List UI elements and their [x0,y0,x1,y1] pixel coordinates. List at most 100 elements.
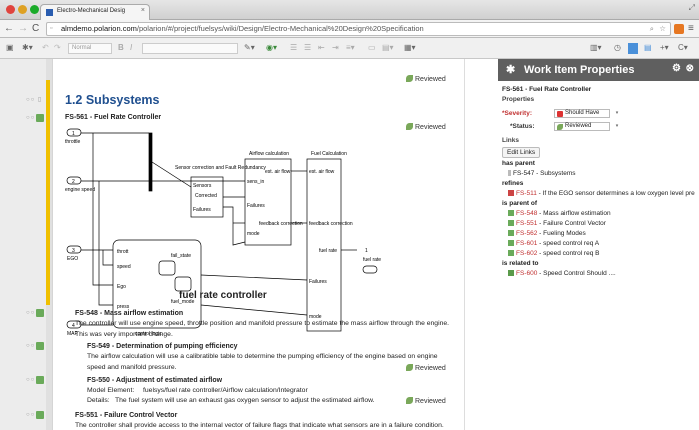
settings-gear-icon[interactable]: ✱▾ [22,42,33,54]
bold-button[interactable]: B [118,42,124,54]
child-link[interactable]: FS-601 - speed control req A [508,240,599,247]
extension-icon[interactable] [674,24,684,34]
sensor-port: Failures [193,207,211,213]
outport-1: 1 [365,248,368,254]
refines-link[interactable]: FS-511 - If the EGO sensor determines a … [508,190,695,197]
workitem-title-fs548[interactable]: FS-548 - Mass airflow estimation [75,310,183,317]
workitem-type-icon [508,210,514,216]
comment-icon[interactable]: ▭ [368,42,376,54]
fs550-model-value: fuelsys/fuel rate controller/Airflow cal… [143,387,308,394]
numbered-list-icon[interactable]: ☰ [290,42,297,54]
airflow-title: Airflow calculation [249,151,289,157]
severity-select[interactable]: Should Have [554,109,623,118]
menu-icon[interactable]: ≡ [688,23,694,35]
sensor-block-title: Sensor correction and Fault Redundancy [175,165,266,171]
italic-button[interactable]: I [130,42,132,54]
view-mode-icon[interactable]: ▥▾ [590,42,602,54]
workitem-type-icon [36,114,44,122]
child-link-text: - speed control req B [537,250,600,257]
child-link[interactable]: FS-602 - speed control req B [508,250,599,257]
sensor-port: Sensors [193,183,212,189]
reload-icon[interactable]: C [32,23,39,35]
panel-settings-icon[interactable]: ⚙ [672,63,681,74]
save-icon[interactable]: ▣ [6,42,14,54]
child-link[interactable]: FS-562 - Fueling Modes [508,230,586,237]
close-window-icon[interactable] [6,5,15,14]
status-select[interactable]: Reviewed [554,122,623,131]
history-icon[interactable]: ◷ [614,42,621,54]
workitem-type-icon [36,342,44,350]
workitem-handle-icon[interactable]: ○○ [26,343,35,349]
inport-3: 3 [72,248,75,254]
severity-value: Should Have [565,110,600,116]
add-panel-icon[interactable]: +▾ [660,42,669,54]
diagram-labels: 1 throttle 2 engine speed 3 EGO 4 MAP Se… [65,131,381,337]
undo-icon[interactable]: ↶ [42,42,49,54]
airflow-port: est. air flow [265,169,291,175]
panel-item-title: FS-561 - Fuel Rate Controller [502,86,592,93]
panel-header: ✱ Work Item Properties ⚙ ⊗ [498,59,699,81]
back-icon[interactable]: ← [4,23,14,35]
zoom-window-icon[interactable] [30,5,39,14]
browser-tab[interactable]: Electro-Mechanical Desig × [40,4,150,20]
child-link-text: - speed control req A [537,240,600,247]
workitem-type-icon [508,240,514,246]
indent-icon[interactable]: ⇥ [332,42,339,54]
reviewed-status: Reviewed [406,397,446,405]
child-link-id: FS-601 [516,240,538,247]
workitem-handle-icon[interactable]: ○○ [26,310,35,316]
outdent-icon[interactable]: ⇤ [318,42,325,54]
outline-panel-icon[interactable]: ▤ [644,42,652,54]
table-icon[interactable]: ▦▾ [404,42,416,54]
workitem-type-icon [36,309,44,317]
heading-icon [508,170,511,176]
related-link[interactable]: FS-600 - Speed Control Should .... [508,270,616,277]
reviewed-status: Reviewed [406,364,446,372]
workitem-handle-icon[interactable]: ○○ [26,115,35,121]
highlight-color-icon[interactable]: ✎▾ [244,42,255,54]
workitem-handle-icon[interactable]: ○○ [26,412,35,418]
workitem-type-icon [508,220,514,226]
airflow-port: mode [247,231,260,237]
edit-links-button[interactable]: Edit Links [502,147,541,158]
inport-1: 1 [72,131,75,137]
workitem-title-fs549[interactable]: FS-549 - Determination of pumping effici… [87,343,238,350]
forward-icon[interactable]: → [18,23,28,35]
zoom-search-icon[interactable]: ⌕ [650,23,654,35]
close-tab-icon[interactable]: × [141,7,145,14]
bullet-list-icon[interactable]: ☰ [304,42,311,54]
properties-panel-toggle-icon[interactable] [628,43,638,54]
workitem-title-fs551[interactable]: FS-551 - Failure Control Vector [75,412,177,419]
reviewed-icon [557,124,563,130]
font-select[interactable] [142,43,238,54]
document-editor[interactable]: Reviewed 1.2 Subsystems FS-561 - Fuel Ra… [53,59,464,430]
image-icon[interactable]: ▤▾ [382,42,394,54]
redo-icon[interactable]: ↷ [54,42,61,54]
minimize-window-icon[interactable] [18,5,27,14]
workitem-type-icon [508,270,514,276]
url-input[interactable]: ▫ almdemo.polarion.com/polarion/#/projec… [46,22,671,36]
tab-title: Electro-Mechanical Desig [57,8,126,14]
bookmark-star-icon[interactable]: ☆ [659,23,666,35]
browser-tab-bar: Electro-Mechanical Desig × ⤢ [0,0,699,20]
control-port: thrott [117,249,129,255]
workitem-handle-icon[interactable]: ○○ [26,377,35,383]
workitem-title-fs561[interactable]: FS-561 - Fuel Rate Controller [65,114,161,121]
insert-work-item-icon[interactable]: ◉▾ [266,42,277,54]
fuelcalc-title: Fuel Calculation [311,151,347,157]
parent-link[interactable]: FS-547 - Subsystems [508,170,576,177]
child-link-id: FS-562 [516,230,538,237]
outport-shape [362,265,378,274]
child-link-text: - Failure Control Vector [537,220,606,227]
child-link[interactable]: FS-551 - Failure Control Vector [508,220,606,227]
refresh-icon[interactable]: C▾ [678,42,688,54]
workitem-title-fs550[interactable]: FS-550 - Adjustment of estimated airflow [87,377,222,384]
properties-icon: ✱ [506,64,516,76]
fullscreen-icon[interactable]: ⤢ [689,3,695,13]
align-icon[interactable]: ≡▾ [346,42,355,54]
panel-close-icon[interactable]: ⊗ [686,63,694,74]
heading-handle-icon[interactable]: ○○ ▯ [26,96,42,103]
paragraph-style-select[interactable]: Normal [68,43,112,54]
links-heading: Links [502,137,519,144]
child-link[interactable]: FS-548 - Mass airflow estimation [508,210,611,217]
